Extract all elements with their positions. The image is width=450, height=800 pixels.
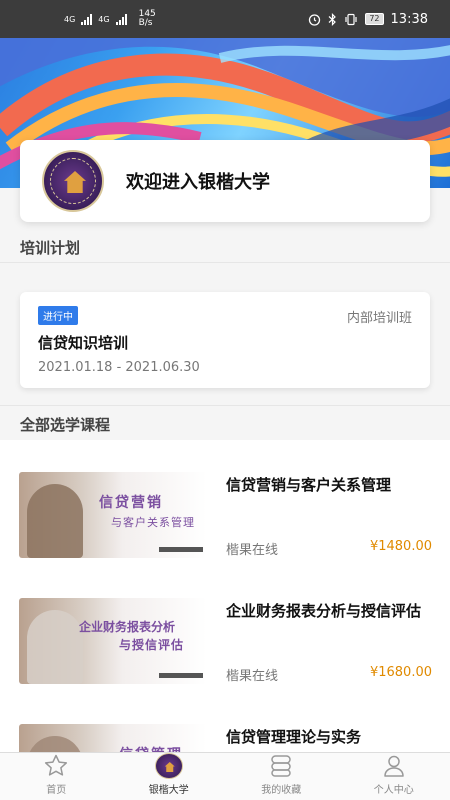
divider: [0, 262, 450, 263]
tab-label: 我的收藏: [261, 785, 302, 796]
star-icon: [45, 754, 68, 776]
signal-icon: [115, 13, 127, 25]
divider: [0, 405, 450, 406]
course-price: ¥1480.00: [369, 539, 432, 554]
welcome-card: 欢迎进入银楷大学: [20, 140, 430, 222]
course-price: ¥1680.00: [369, 665, 432, 680]
training-plan-card[interactable]: 进行中 内部培训班 信贷知识培训 2021.01.18 - 2021.06.30: [20, 292, 430, 388]
course-provider: 楷果在线: [226, 543, 279, 558]
course-item[interactable]: 信贷营销 与客户关系管理 信贷营销与客户关系管理 楷果在线 ¥1480.00: [0, 440, 450, 558]
bottom-tab-bar: 首页 银楷大学 我的收藏 个人中心: [0, 752, 450, 800]
alarm-icon: [309, 13, 321, 26]
course-title: 信贷营销与客户关系管理: [226, 476, 392, 494]
course-thumbnail[interactable]: 信贷营销 与客户关系管理: [19, 472, 207, 558]
status-left: 4G 4G 145 B/s: [64, 10, 156, 28]
courses-heading: 全部选学课程: [20, 416, 111, 434]
thumbnail-subtitle: 与授信评估: [119, 638, 185, 652]
university-logo-icon: [42, 150, 104, 212]
tab-label: 个人中心: [373, 785, 414, 796]
network-2-label: 4G: [98, 14, 110, 24]
thumbnail-subtitle: 与客户关系管理: [111, 516, 195, 529]
favorites-icon: [271, 755, 291, 777]
signal-icon: [81, 13, 93, 25]
course-title: 信贷管理理论与实务: [226, 728, 362, 746]
tab-university[interactable]: 银楷大学: [113, 753, 226, 800]
tab-favorites[interactable]: 我的收藏: [225, 753, 338, 800]
network-speed: 145 B/s: [139, 10, 156, 28]
course-thumbnail[interactable]: 信贷管理: [19, 724, 207, 752]
tab-home[interactable]: 首页: [0, 753, 113, 800]
status-badge: 进行中: [38, 306, 78, 325]
person-icon: [384, 755, 404, 777]
bluetooth-icon: [328, 12, 337, 26]
course-list[interactable]: 信贷营销 与客户关系管理 信贷营销与客户关系管理 楷果在线 ¥1480.00 企…: [0, 440, 450, 752]
vibrate-icon: [345, 13, 357, 25]
thumbnail-title: 信贷管理: [119, 744, 183, 752]
clock: 13:38: [390, 11, 428, 27]
status-bar: 4G 4G 145 B/s 72 13:38: [0, 0, 450, 38]
course-item[interactable]: 信贷管理 信贷管理理论与实务: [0, 692, 450, 752]
plan-type-label: 内部培训班: [346, 311, 412, 326]
network-1-label: 4G: [64, 14, 76, 24]
course-thumbnail[interactable]: 企业财务报表分析 与授信评估: [19, 598, 207, 684]
thumbnail-title: 企业财务报表分析: [79, 620, 176, 634]
tab-label: 银楷大学: [148, 785, 189, 796]
tab-profile[interactable]: 个人中心: [338, 753, 450, 800]
course-title: 企业财务报表分析与授信评估: [226, 602, 422, 620]
status-right: 72 13:38: [308, 12, 428, 27]
training-plan-heading: 培训计划: [20, 239, 81, 257]
university-logo-icon: [154, 753, 183, 779]
battery-icon: 72: [365, 13, 384, 25]
welcome-title: 欢迎进入银楷大学: [126, 172, 270, 193]
tab-label: 首页: [46, 785, 67, 796]
plan-dates: 2021.01.18 - 2021.06.30: [38, 360, 200, 375]
thumbnail-title: 信贷营销: [99, 495, 163, 511]
speed-unit: B/s: [138, 18, 153, 28]
course-provider: 楷果在线: [226, 669, 279, 684]
plan-name: 信贷知识培训: [38, 334, 129, 352]
course-item[interactable]: 企业财务报表分析 与授信评估 企业财务报表分析与授信评估 楷果在线 ¥1680.…: [0, 566, 450, 684]
